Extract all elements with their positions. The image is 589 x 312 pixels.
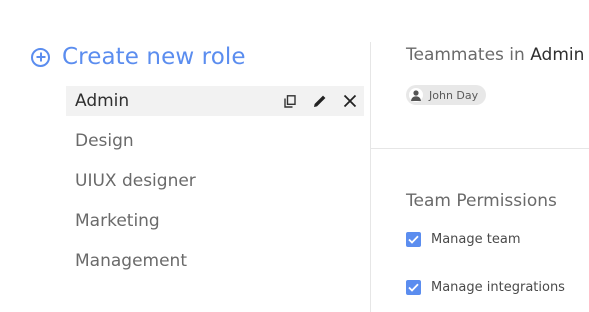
create-new-role-label: Create new role [62, 44, 246, 70]
duplicate-icon[interactable] [282, 93, 298, 109]
teammates-heading-prefix: Teammates in [406, 45, 525, 65]
role-item-admin[interactable]: Admin [66, 86, 364, 116]
permission-manage-integrations[interactable]: Manage integrations [406, 280, 565, 295]
user-avatar-icon [409, 88, 423, 102]
role-item-label: UIUX designer [75, 171, 196, 191]
role-list: Admin Design UIUX designer Marketing Man… [66, 86, 364, 286]
teammates-heading-role: Admin [530, 45, 585, 65]
role-actions [282, 86, 358, 116]
checkbox-checked-icon[interactable] [406, 232, 421, 247]
team-permissions-heading: Team Permissions [406, 191, 557, 211]
role-details-panel: Teammates in Admin John Day Team Permiss… [371, 0, 589, 312]
create-new-role-button[interactable]: Create new role [31, 42, 246, 72]
close-icon[interactable] [342, 93, 358, 109]
role-item-management[interactable]: Management [66, 246, 364, 276]
checkbox-checked-icon[interactable] [406, 280, 421, 295]
role-item-label: Design [75, 131, 134, 151]
horizontal-divider [371, 148, 589, 149]
role-item-uiux-designer[interactable]: UIUX designer [66, 166, 364, 196]
teammate-chip[interactable]: John Day [406, 85, 487, 105]
role-item-design[interactable]: Design [66, 126, 364, 156]
role-item-marketing[interactable]: Marketing [66, 206, 364, 236]
permission-label: Manage team [431, 232, 521, 247]
permission-manage-team[interactable]: Manage team [406, 232, 521, 247]
role-item-label: Management [75, 251, 187, 271]
permission-label: Manage integrations [431, 280, 565, 295]
edit-pencil-icon[interactable] [312, 93, 328, 109]
role-item-label: Marketing [75, 211, 160, 231]
teammate-name: John Day [429, 88, 479, 102]
role-item-label: Admin [75, 91, 130, 111]
plus-circle-icon [31, 47, 50, 67]
roles-panel: Create new role Admin Design UIUX design… [0, 0, 370, 312]
teammates-heading: Teammates in Admin [406, 45, 584, 65]
